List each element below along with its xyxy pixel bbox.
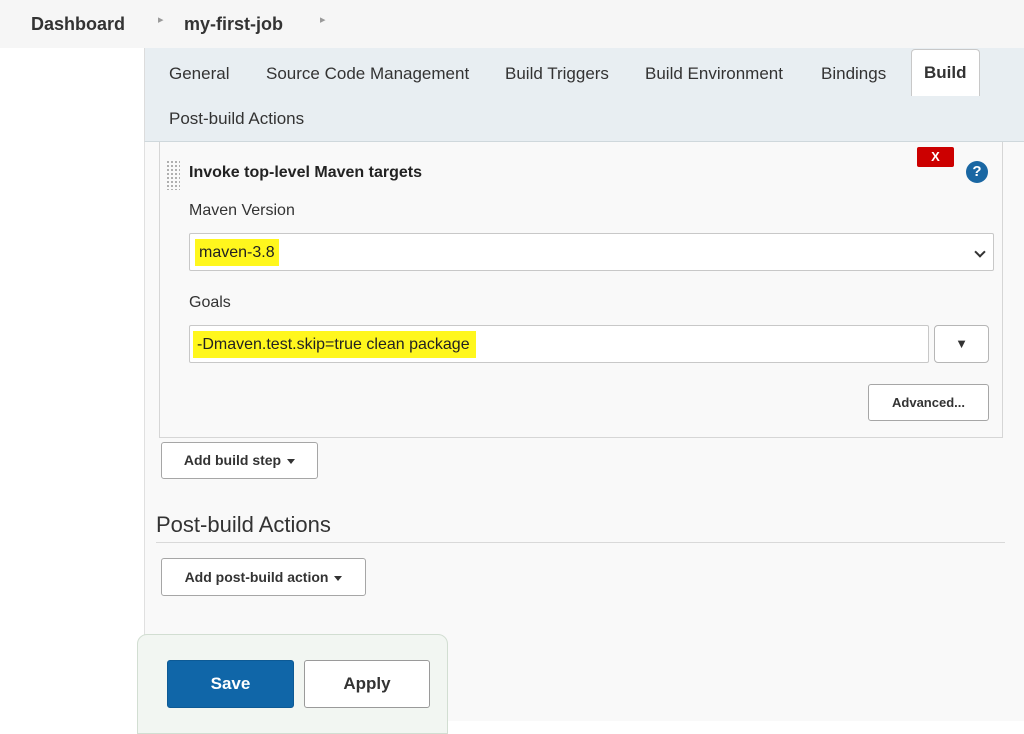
- maven-version-select[interactable]: maven-3.8: [189, 233, 994, 271]
- breadcrumb-job-link[interactable]: my-first-job: [184, 14, 283, 35]
- breadcrumb: Dashboard ▸ my-first-job ▸: [0, 0, 1024, 48]
- goals-input[interactable]: -Dmaven.test.skip=true clean package: [189, 325, 929, 363]
- maven-version-value: maven-3.8: [195, 239, 279, 266]
- section-divider: [156, 542, 1005, 543]
- chevron-down-icon: [974, 246, 986, 258]
- apply-button[interactable]: Apply: [304, 660, 430, 708]
- save-button[interactable]: Save: [167, 660, 294, 708]
- help-icon[interactable]: ?: [966, 161, 988, 183]
- breadcrumb-dashboard-link[interactable]: Dashboard: [31, 14, 125, 35]
- tab-post-build-actions[interactable]: Post-build Actions: [169, 109, 304, 129]
- chevron-right-icon[interactable]: ▸: [320, 13, 326, 26]
- add-build-step-button[interactable]: Add build step: [161, 442, 318, 479]
- add-post-build-action-button[interactable]: Add post-build action: [161, 558, 366, 596]
- build-step-title: Invoke top-level Maven targets: [189, 164, 422, 181]
- tab-build-environment[interactable]: Build Environment: [645, 64, 783, 84]
- tab-general[interactable]: General: [169, 64, 229, 84]
- tab-bindings[interactable]: Bindings: [821, 64, 886, 84]
- expand-goals-button[interactable]: ▼: [934, 325, 989, 363]
- tab-build[interactable]: Build: [911, 49, 980, 96]
- tab-build-triggers[interactable]: Build Triggers: [505, 64, 609, 84]
- caret-down-icon: [334, 575, 343, 581]
- caret-down-icon: [287, 458, 296, 464]
- advanced-button[interactable]: Advanced...: [868, 384, 989, 421]
- goals-label: Goals: [189, 294, 231, 311]
- left-rail: [0, 48, 144, 721]
- maven-version-label: Maven Version: [189, 202, 295, 219]
- delete-step-button[interactable]: X: [917, 147, 954, 167]
- tab-source-code-management[interactable]: Source Code Management: [266, 64, 469, 84]
- goals-value: -Dmaven.test.skip=true clean package: [193, 331, 476, 358]
- drag-handle-icon[interactable]: [166, 160, 180, 190]
- config-tabbar: General Source Code Management Build Tri…: [144, 48, 1024, 142]
- post-build-heading: Post-build Actions: [156, 512, 331, 537]
- chevron-right-icon[interactable]: ▸: [158, 13, 164, 26]
- add-post-build-action-label: Add post-build action: [184, 569, 329, 585]
- add-build-step-label: Add build step: [183, 452, 282, 468]
